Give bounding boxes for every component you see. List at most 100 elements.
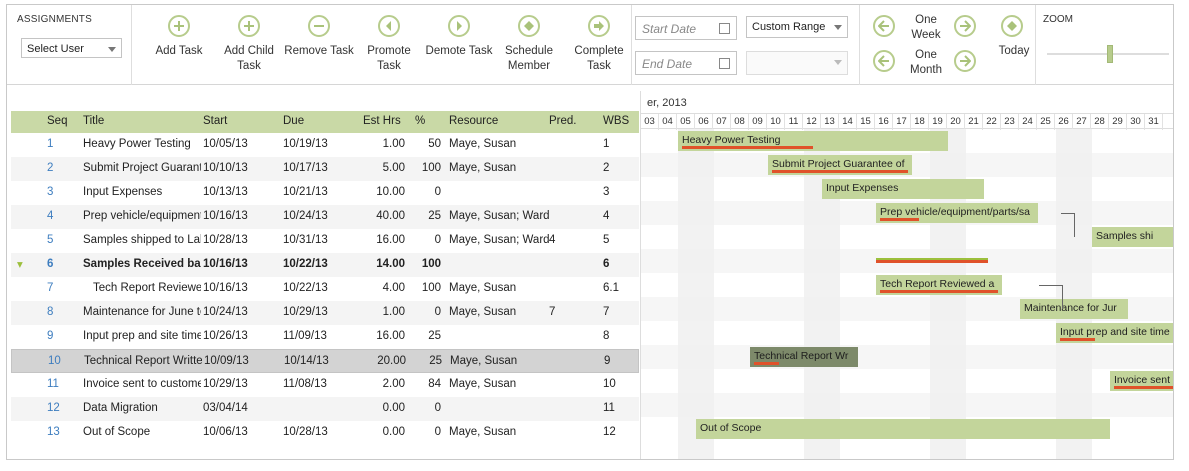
cell-due: 10/21/13 [283,186,328,198]
task-bar[interactable]: Samples shi [1092,227,1173,247]
task-bar-label: Input prep and site time [1060,326,1170,338]
add-child-task-button[interactable]: Add Child Task [214,15,284,74]
summary-bar[interactable] [876,258,988,263]
col-due[interactable]: Due [283,115,304,127]
diamond-icon [1007,21,1017,31]
calendar-icon[interactable] [719,58,730,69]
complete-task-button[interactable]: Complete Task [564,15,634,74]
day-label: 26 [1055,114,1073,130]
dependency-link [1061,213,1075,237]
cell-title: Tech Report Reviewed [93,282,201,294]
cell-start: 10/28/13 [203,234,248,246]
next-week-button[interactable] [954,15,976,37]
table-row[interactable]: 5 Samples shipped to Lab 10/28/13 10/31/13 1… [11,229,639,253]
cell-est: 4.00 [382,282,405,294]
table-row[interactable]: 11 Invoice sent to custome 10/29/13 11/08/1… [11,373,639,397]
task-bar[interactable]: Input prep and site time [1056,323,1173,343]
table-row[interactable]: 2 Submit Project Guarantee10/10/13 10/17/1… [11,157,639,181]
table-row[interactable]: 10 Technical Report Writter 10/09/13 10/14/… [11,349,639,373]
task-bar-label: Submit Project Guarantee of [772,158,905,170]
table-row[interactable]: 3 Input Expenses 10/13/13 10/21/13 10.00 0 3 [11,181,639,205]
cell-est: 0.00 [382,426,405,438]
cell-est: 20.00 [377,355,406,367]
cell-title: Out of Scope [83,426,151,438]
task-bar[interactable]: Submit Project Guarantee of [768,155,912,175]
table-row[interactable]: 9 Input prep and site time 10/26/13 11/09/1… [11,325,639,349]
col-seq[interactable]: Seq [47,115,67,127]
start-date-input[interactable]: Start Date [635,16,737,40]
add-task-label: Add Task [155,45,203,57]
task-bar-label: Tech Report Reviewed a [880,278,995,290]
add-child-task-label: Add Child Task [224,45,274,72]
table-row[interactable]: 1 Heavy Power Testing 10/05/13 10/19/13 1.00… [11,133,639,157]
prev-month-button[interactable] [873,50,895,72]
grid-header: Seq Title Start Due Est Hrs % Resource P… [11,111,639,133]
task-bar[interactable]: Out of Scope [696,419,1110,439]
end-date-input[interactable]: End Date [635,51,737,75]
task-bar[interactable]: Technical Report Wr [750,347,858,367]
calendar-icon[interactable] [719,23,730,34]
zoom-slider-thumb[interactable] [1107,45,1113,63]
col-est-hrs[interactable]: Est Hrs [363,115,401,127]
prev-week-button[interactable] [873,15,895,37]
table-row[interactable]: 12 Data Migration 03/04/14 0.00 0 11 [11,397,639,421]
cell-title: Input prep and site time [83,330,201,342]
demote-task-button[interactable]: Demote Task [424,15,494,59]
day-label: 06 [695,114,713,130]
cell-wbs: 5 [603,234,610,246]
cell-start: 10/26/13 [203,330,248,342]
select-user-dropdown[interactable]: Select User [21,38,122,58]
table-row[interactable]: ▾ 6 Samples Received bac 10/16/13 10/22/13 14… [11,253,639,277]
arrow-forward-icon [588,15,610,37]
task-bar[interactable]: Maintenance for Jur [1020,299,1128,319]
range-dropdown[interactable]: Custom Range [746,16,848,38]
minus-icon [308,15,330,37]
cell-start: 10/05/13 [203,138,248,150]
cell-wbs: 2 [603,162,610,174]
cell-title: Prep vehicle/equipment [83,210,201,222]
col-title[interactable]: Title [83,115,104,127]
table-row[interactable]: 4 Prep vehicle/equipment 10/16/13 10/24/13 4… [11,205,639,229]
remove-task-button[interactable]: Remove Task [284,15,354,59]
promote-task-button[interactable]: Promote Task [354,15,424,74]
task-bar[interactable]: Invoice sent to [1110,371,1173,391]
col-pred[interactable]: Pred. [549,115,577,127]
today-button[interactable] [1001,15,1023,37]
secondary-dropdown[interactable] [746,51,848,75]
task-bar[interactable]: Heavy Power Testing [678,131,948,151]
table-row[interactable]: 13 Out of Scope 10/06/13 10/28/13 0.00 0 Maye,… [11,421,639,445]
cell-wbs: 1 [603,138,610,150]
table-row[interactable]: 7 Tech Report Reviewed 10/16/13 10/22/13 4.0… [11,277,639,301]
col-resource[interactable]: Resource [449,115,498,127]
day-label: 31 [1145,114,1163,130]
cell-title: Samples Received bac [83,258,201,270]
col-wbs[interactable]: WBS [603,115,629,127]
day-label: 03 [641,114,659,130]
task-bar[interactable]: Prep vehicle/equipment/parts/sa [876,203,1038,223]
day-label: 18 [911,114,929,130]
task-actions-section: Add Task Add Child Task Remove Task Prom… [132,5,632,85]
gantt-chart: er, 2013 03 04 05 06 07 08 09 10 11 12 13 14 15 16 17 1… [640,91,1173,459]
task-bar[interactable]: Tech Report Reviewed a [876,275,1002,295]
cell-wbs: 11 [603,402,615,414]
schedule-member-button[interactable]: Schedule Member [494,15,564,74]
add-task-button[interactable]: Add Task [144,15,214,59]
col-start[interactable]: Start [203,115,227,127]
zoom-section: ZOOM [1036,5,1173,85]
gantt-month-label: er, 2013 [647,97,687,109]
cell-pct: 100 [421,282,441,294]
table-row[interactable]: 8 Maintenance for June to 10/24/13 10/29/13… [11,301,639,325]
col-percent[interactable]: % [415,115,425,127]
dependency-link [1039,285,1063,309]
cell-due: 10/24/13 [283,210,328,222]
gantt-row [641,393,1173,417]
date-range-section: Start Date End Date Custom Range [632,5,860,85]
expand-icon[interactable]: ▾ [17,257,23,271]
next-month-button[interactable] [954,50,976,72]
cell-wbs: 6 [603,258,610,270]
zoom-label: ZOOM [1043,14,1073,25]
chevron-down-icon [834,60,842,65]
task-bar[interactable]: Input Expenses [822,179,984,199]
cell-seq: 2 [47,162,54,174]
cell-due: 11/08/13 [283,378,327,390]
